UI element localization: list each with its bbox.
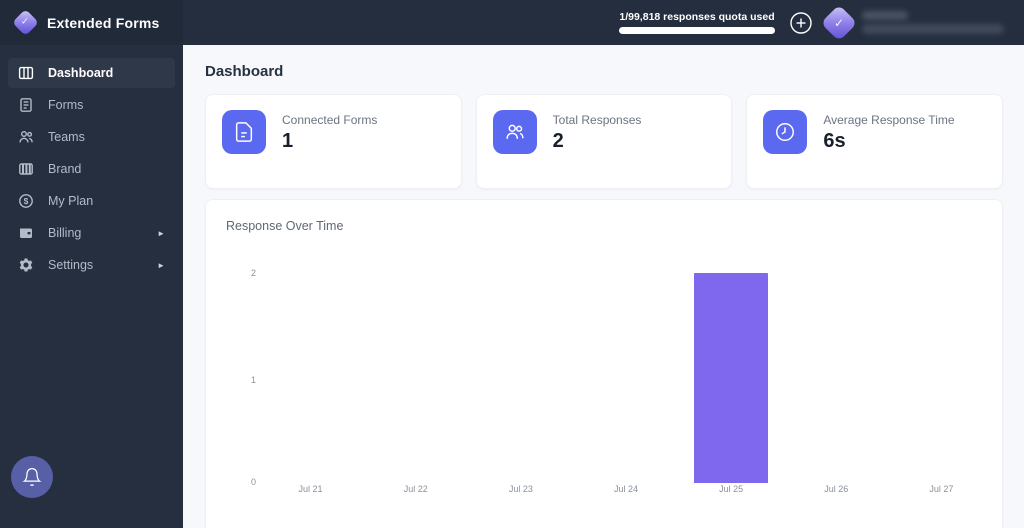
document-icon [222,110,266,154]
users-icon [492,110,537,154]
quota-progress-bar [619,27,775,34]
x-tick: Jul 24 [613,484,638,494]
sidebar-item-forms[interactable]: Forms [8,90,175,120]
stat-label: Average Response Time [823,113,955,127]
extended-forms-logo-icon: ✓ [12,9,39,36]
stat-label: Connected Forms [282,113,378,127]
user-email-redacted [862,24,1004,34]
x-tick: Jul 23 [508,484,533,494]
x-tick: Jul 27 [929,484,954,494]
chart-title: Response Over Time [226,219,344,233]
add-quota-button[interactable] [789,11,813,35]
svg-text:$: $ [24,196,29,206]
sidebar: Dashboard Forms Teams Brand $ My Plan Bi… [0,45,183,528]
main-content: Dashboard Connected Forms 1 Total Respon… [183,45,1024,528]
chart-x-axis: Jul 21 Jul 22 Jul 23 Jul 24 Jul 25 Jul 2… [258,484,994,494]
user-name-redacted [862,11,908,20]
notifications-button[interactable] [11,456,53,498]
brand-icon [18,161,34,177]
user-avatar: ✓ [820,4,858,41]
dashboard-icon [18,65,34,81]
chart-bar [694,273,769,483]
clock-icon [763,110,808,154]
settings-icon [18,257,34,273]
sidebar-item-billing[interactable]: Billing ► [8,218,175,248]
response-over-time-chart: Response Over Time 2 1 0 Jul 21 Jul 22 J… [205,199,1003,528]
plus-circle-icon [790,11,812,34]
user-info-redacted [862,11,1004,34]
y-tick: 1 [250,375,256,385]
app-logo[interactable]: ✓ Extended Forms [0,0,183,45]
chart-plot-area [258,273,994,483]
stat-cards: Connected Forms 1 Total Responses 2 Aver… [205,94,1004,189]
y-tick: 2 [250,268,256,278]
stat-card-total-responses: Total Responses 2 [475,94,733,189]
quota-widget: 1/99,818 responses quota used [618,11,776,34]
x-tick: Jul 21 [298,484,323,494]
sidebar-nav: Dashboard Forms Teams Brand $ My Plan Bi… [0,45,183,280]
my-plan-icon: $ [18,193,34,209]
stat-card-average-response-time: Average Response Time 6s [746,94,1004,189]
app-title: Extended Forms [47,14,160,31]
page-title: Dashboard [205,63,284,80]
teams-icon [18,129,34,145]
sidebar-item-brand[interactable]: Brand [8,154,175,184]
sidebar-item-teams[interactable]: Teams [8,122,175,152]
sidebar-item-dashboard[interactable]: Dashboard [8,58,175,88]
topbar-right: 1/99,818 responses quota used ✓ [618,4,1024,41]
stat-label: Total Responses [552,113,642,127]
x-tick: Jul 22 [403,484,428,494]
stat-value: 2 [552,130,564,152]
stat-card-connected-forms: Connected Forms 1 [205,94,462,189]
x-tick: Jul 25 [719,484,744,494]
x-tick: Jul 26 [824,484,849,494]
billing-icon [18,225,34,241]
app-window: ✓ Extended Forms 1/99,818 responses quot… [0,0,1024,528]
stat-value: 1 [282,130,294,152]
forms-icon [18,97,34,113]
stat-value: 6s [823,130,846,152]
quota-text: 1/99,818 responses quota used [619,11,775,23]
chevron-right-icon: ► [157,260,165,270]
user-menu[interactable]: ✓ [820,4,1004,41]
sidebar-item-settings[interactable]: Settings ► [8,250,175,280]
sidebar-item-my-plan[interactable]: $ My Plan [8,186,175,216]
bell-icon [22,468,42,486]
chart-y-axis: 2 1 0 [206,269,258,487]
top-bar: ✓ Extended Forms 1/99,818 responses quot… [0,0,1024,45]
y-tick: 0 [250,477,256,487]
chevron-right-icon: ► [157,228,165,238]
